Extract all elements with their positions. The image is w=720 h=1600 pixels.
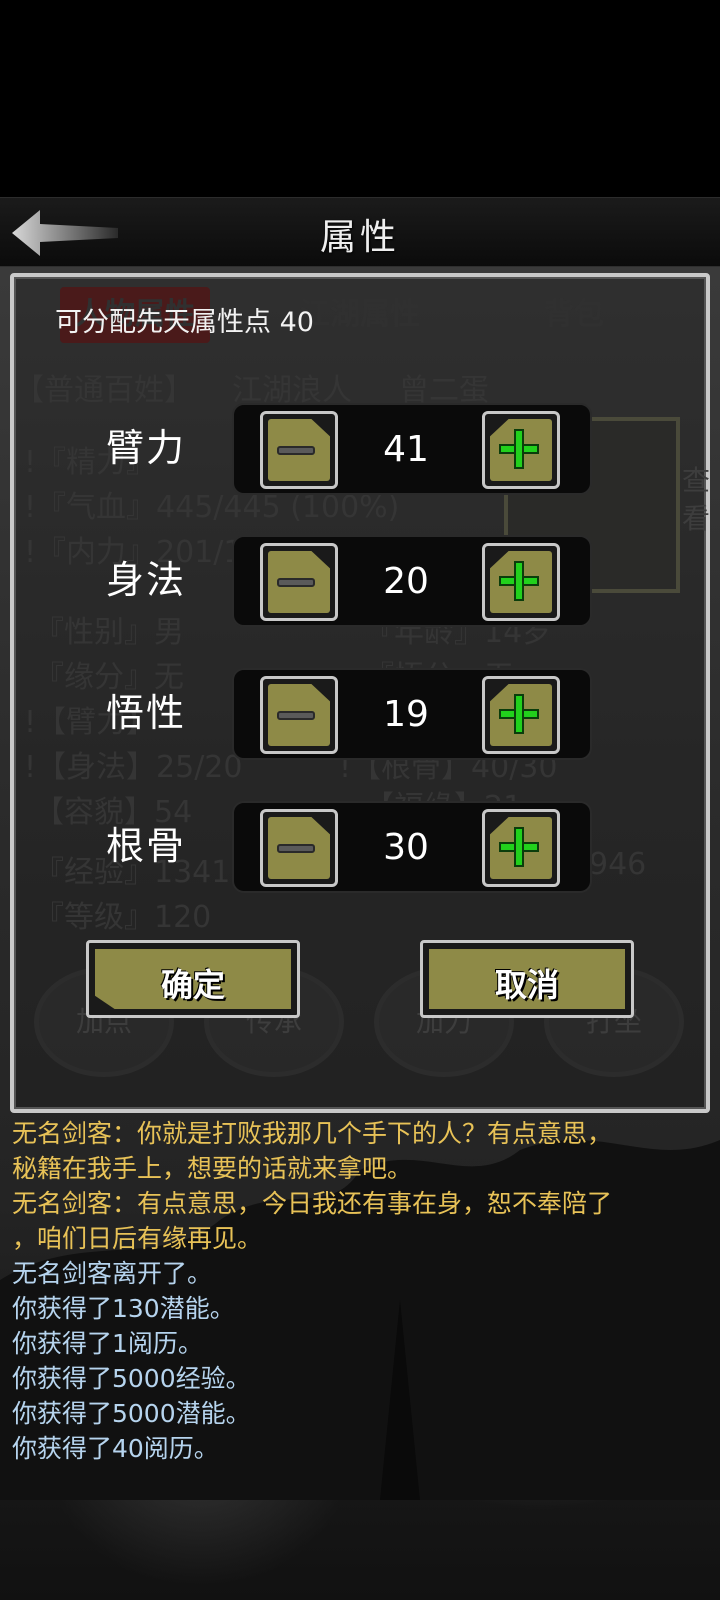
minus-icon	[277, 578, 315, 587]
stat-name: 根骨	[106, 824, 187, 868]
cancel-label: 取消	[494, 966, 559, 1004]
log-line: 你获得了5000潜能。	[12, 1399, 251, 1428]
top-bar: 属性	[0, 197, 720, 267]
stat-value: 30	[383, 827, 429, 868]
stat-row-strength: 臂力 41	[0, 403, 720, 495]
log-line: 你获得了130潜能。	[12, 1294, 235, 1323]
message-log: 无名剑客：你就是打败我那几个手下的人？有点意思， 秘籍在我手上，想要的话就来拿吧…	[12, 1116, 712, 1466]
log-line: ，咱们日后有缘再见。	[12, 1224, 263, 1253]
log-line: 秘籍在我手上，想要的话就来拿吧。	[12, 1154, 413, 1183]
log-line: 无名剑客：你就是打败我那几个手下的人？有点意思，	[12, 1119, 613, 1148]
stat-name: 臂力	[106, 426, 187, 470]
stat-row-comprehension: 悟性 19	[0, 668, 720, 760]
stat-row-agility: 身法 20	[0, 535, 720, 627]
log-line: 你获得了1阅历。	[12, 1329, 203, 1358]
log-line: 无名剑客离开了。	[12, 1259, 213, 1288]
log-line: 你获得了5000经验。	[12, 1364, 251, 1393]
cancel-button[interactable]: 取消	[420, 940, 634, 1018]
confirm-label: 确定	[160, 966, 225, 1004]
log-line: 无名剑客：有点意思，今日我还有事在身，恕不奉陪了	[12, 1189, 613, 1218]
increase-button[interactable]	[482, 411, 560, 489]
increase-button[interactable]	[482, 543, 560, 621]
stat-stepper: 30	[232, 801, 592, 893]
stat-value: 41	[383, 429, 429, 470]
minus-icon	[277, 446, 315, 455]
stat-value: 20	[383, 561, 429, 602]
stat-stepper: 41	[232, 403, 592, 495]
stat-stepper: 19	[232, 668, 592, 760]
stat-name: 身法	[106, 558, 187, 602]
log-line: 你获得了40阅历。	[12, 1434, 219, 1463]
bg-stat-line: 『等级』120	[34, 900, 212, 935]
stat-value: 19	[383, 694, 429, 735]
confirm-button[interactable]: 确定	[86, 940, 300, 1018]
minus-icon	[277, 844, 315, 853]
increase-button[interactable]	[482, 676, 560, 754]
page-title: 属性	[319, 217, 400, 258]
decrease-button[interactable]	[260, 543, 338, 621]
stat-stepper: 20	[232, 535, 592, 627]
decrease-button[interactable]	[260, 809, 338, 887]
decrease-button[interactable]	[260, 411, 338, 489]
minus-icon	[277, 711, 315, 720]
decrease-button[interactable]	[260, 676, 338, 754]
stat-row-constitution: 根骨 30	[0, 801, 720, 893]
increase-button[interactable]	[482, 809, 560, 887]
tab-backpack[interactable]: 背包	[514, 287, 634, 343]
stat-name: 悟性	[106, 691, 187, 735]
available-points-label: 可分配先天属性点 40	[55, 307, 314, 338]
